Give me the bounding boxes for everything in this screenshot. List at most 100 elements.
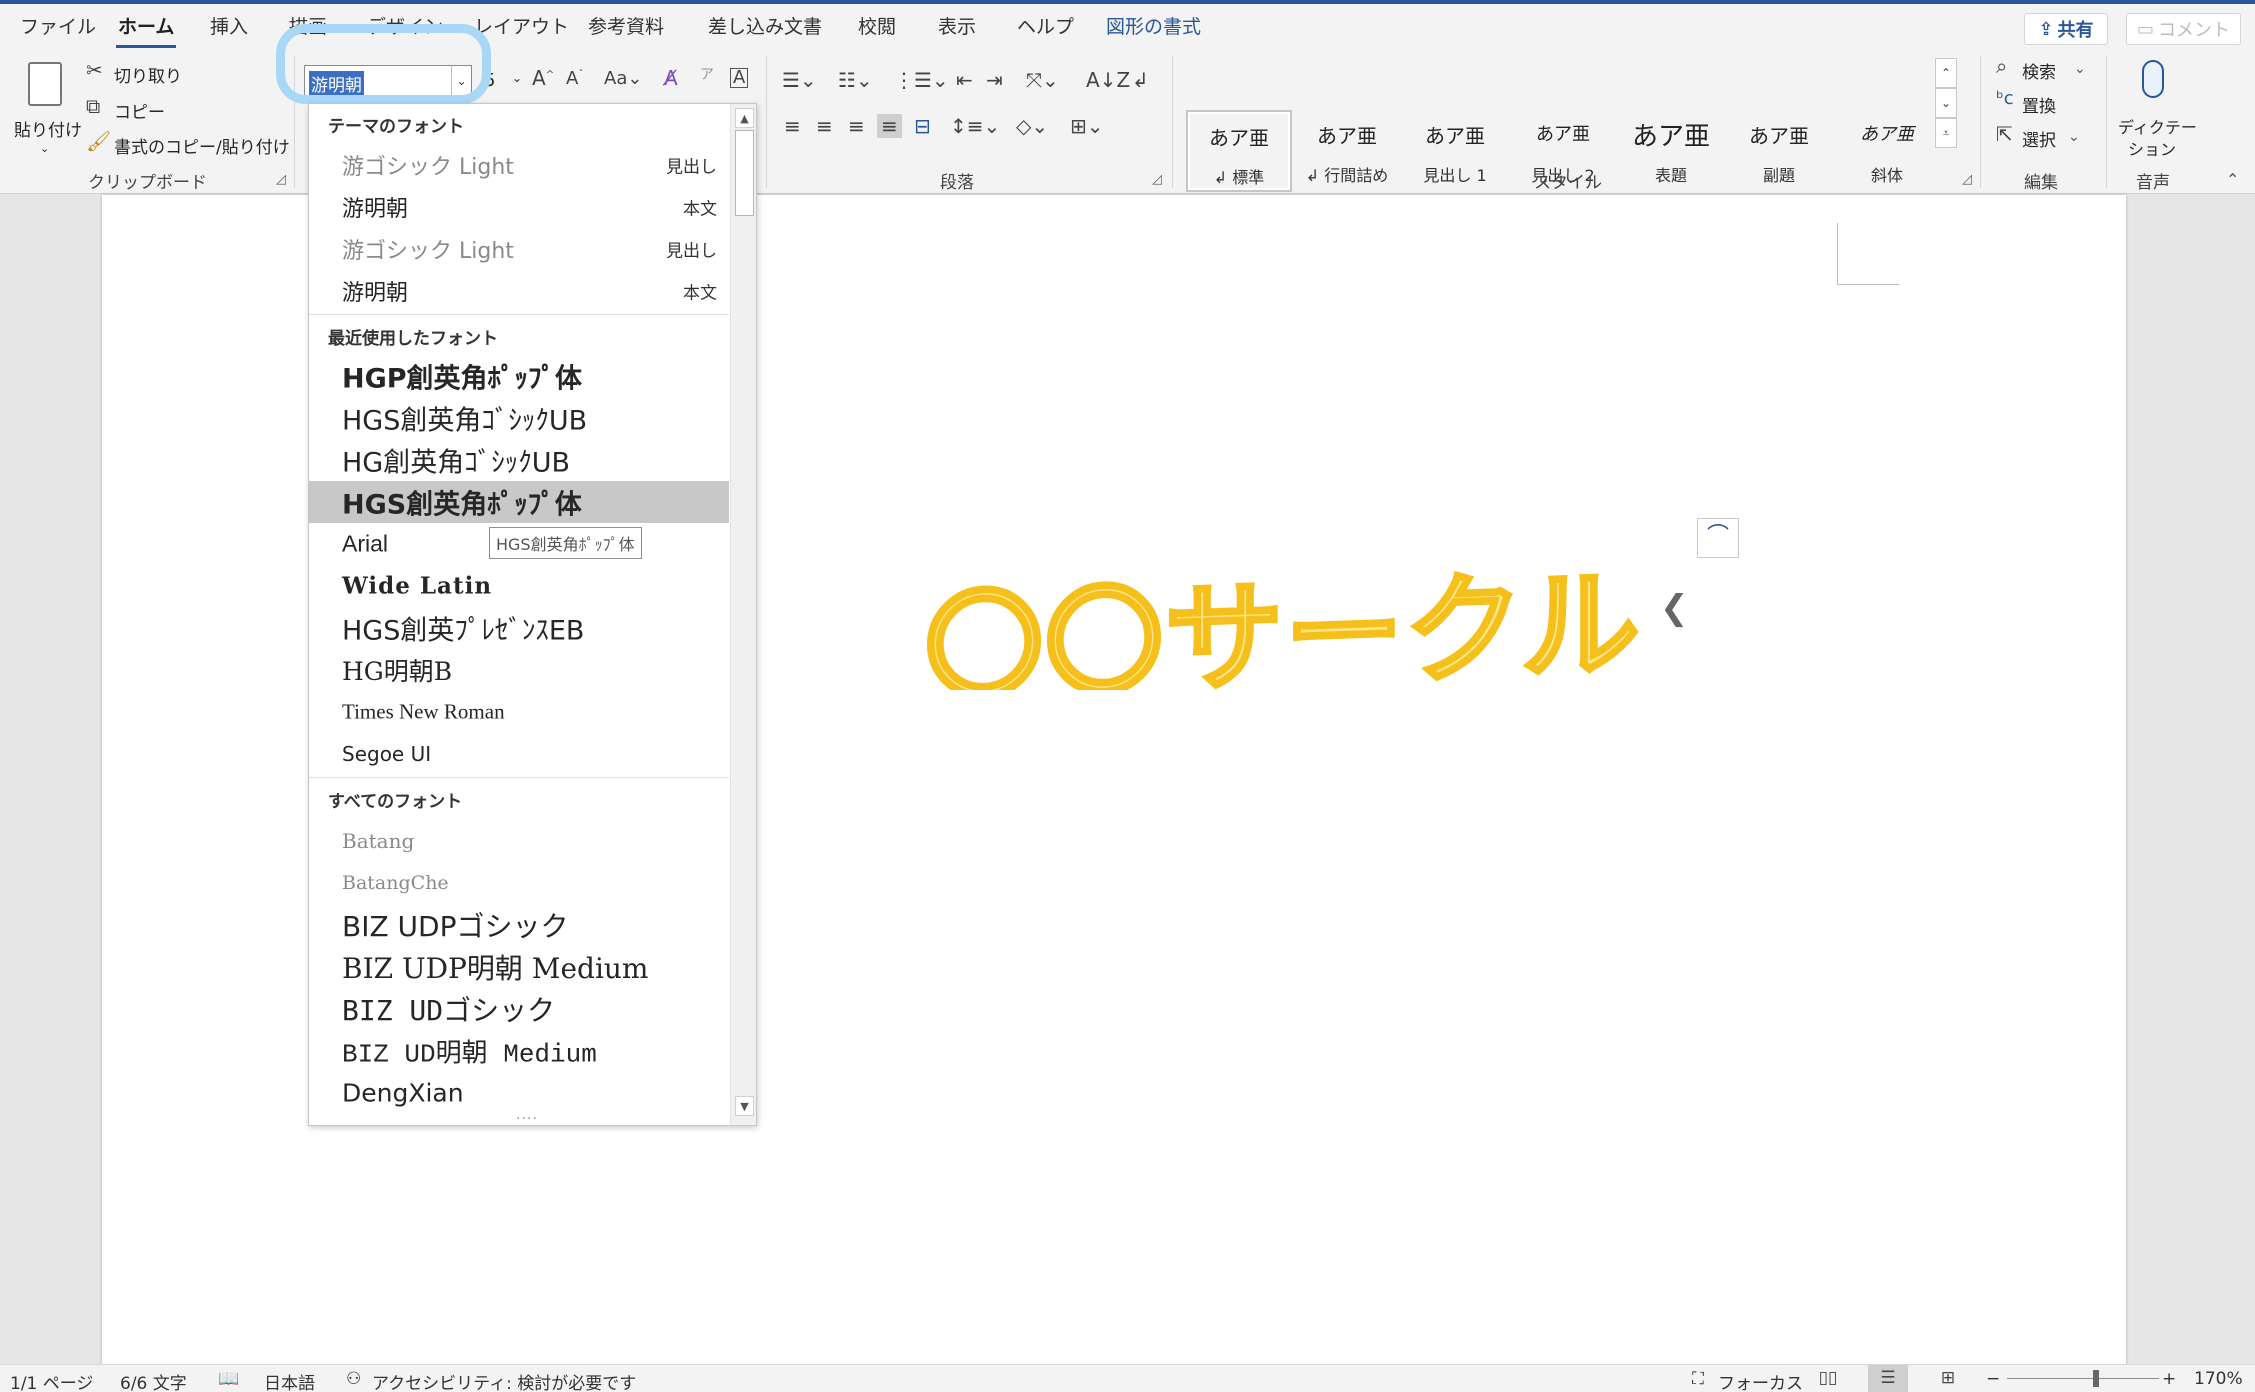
- style-emphasis[interactable]: あア亜 斜体: [1834, 110, 1940, 192]
- styles-launcher-icon[interactable]: ◿: [1962, 172, 1972, 187]
- zoom-out-button[interactable]: −: [1986, 1369, 2000, 1389]
- font-option[interactable]: HG創英角ｺﾞｼｯｸUB: [309, 439, 729, 481]
- font-option[interactable]: BIZ UDゴシック: [309, 988, 729, 1030]
- focus-icon[interactable]: ⛶: [1692, 1369, 1704, 1389]
- phonetic-guide-icon[interactable]: ア: [700, 68, 714, 82]
- scroll-down-button[interactable]: ▼: [735, 1096, 754, 1116]
- collapse-ribbon-icon[interactable]: ⌃: [2226, 172, 2239, 188]
- comment-button[interactable]: ▭ コメント: [2126, 13, 2241, 45]
- tab-file[interactable]: ファイル: [20, 12, 96, 39]
- font-option[interactable]: Batang: [309, 820, 729, 862]
- clear-formatting-icon[interactable]: A̸: [664, 68, 678, 88]
- align-left-icon[interactable]: ≡: [784, 116, 801, 136]
- paintbrush-icon: 🖌: [86, 129, 112, 153]
- bullets-icon[interactable]: ☰⌄: [782, 70, 817, 90]
- font-option-tag: 見出し: [666, 157, 717, 178]
- style-no-spacing[interactable]: あア亜 ↲ 行間詰め: [1294, 110, 1400, 192]
- zoom-slider[interactable]: [2007, 1378, 2159, 1379]
- style-subtitle[interactable]: あア亜 副題: [1726, 110, 1832, 192]
- scrollbar-thumb[interactable]: [735, 130, 754, 216]
- gallery-up-button[interactable]: ⌃: [1935, 58, 1957, 88]
- accessibility-icon[interactable]: ⚇: [346, 1369, 361, 1389]
- style-title[interactable]: あア亜 表題: [1618, 110, 1724, 192]
- font-option-name: BIZ UDゴシック: [342, 994, 556, 1027]
- style-heading-1[interactable]: あア亜 見出し 1: [1402, 110, 1508, 192]
- font-option[interactable]: 游明朝 本文: [309, 186, 729, 228]
- font-option[interactable]: Wide Latin: [309, 565, 729, 607]
- page-icon: ☰: [1880, 1368, 1896, 1388]
- font-option[interactable]: BIZ UDPゴシック: [309, 904, 729, 946]
- print-layout-button[interactable]: ☰: [1868, 1365, 1908, 1392]
- align-right-icon[interactable]: ≡: [848, 116, 865, 136]
- font-option[interactable]: HGS創英角ｺﾞｼｯｸUB: [309, 397, 729, 439]
- proofing-icon[interactable]: 📖: [218, 1369, 239, 1389]
- text-direction-icon[interactable]: ⤧⌄: [1026, 70, 1059, 90]
- change-case-icon[interactable]: Aa⌄: [604, 70, 642, 88]
- font-dropdown-list[interactable]: テーマのフォント 游ゴシック Light 見出し 游明朝 本文 游ゴシック Li…: [308, 103, 757, 1126]
- font-option[interactable]: 游明朝 本文: [309, 270, 729, 312]
- shrink-font-icon[interactable]: Aˇ: [566, 70, 583, 88]
- font-option[interactable]: HGS創英ﾌﾟﾚｾﾞﾝｽEB: [309, 607, 729, 649]
- numbering-icon[interactable]: ☷⌄: [838, 70, 873, 90]
- distributed-icon[interactable]: ⊟: [914, 116, 931, 136]
- justify-icon[interactable]: ≡: [877, 114, 902, 138]
- dropdown-scrollbar[interactable]: ▲ ▼: [730, 104, 756, 1125]
- layout-options-button[interactable]: ⌒: [1697, 518, 1739, 558]
- scroll-up-button[interactable]: ▲: [735, 108, 754, 128]
- page-count[interactable]: 1/1 ページ: [10, 1369, 93, 1392]
- tab-review[interactable]: 校閲: [858, 12, 896, 39]
- share-button[interactable]: ⇪ 共有: [2024, 13, 2108, 45]
- sort-icon[interactable]: A↓Z: [1086, 70, 1130, 90]
- language-indicator[interactable]: 日本語: [264, 1369, 315, 1392]
- clipboard-group-label: クリップボード: [88, 173, 207, 193]
- tab-references[interactable]: 参考資料: [588, 12, 664, 39]
- font-option[interactable]: 游ゴシック Light 見出し: [309, 228, 729, 270]
- font-option[interactable]: Segoe UI: [309, 733, 729, 775]
- multilevel-list-icon[interactable]: ⋮☰⌄: [894, 70, 949, 90]
- align-center-icon[interactable]: ≡: [816, 116, 833, 136]
- accessibility-status[interactable]: アクセシビリティ: 検討が必要です: [372, 1369, 636, 1392]
- zoom-level[interactable]: 170%: [2194, 1369, 2243, 1389]
- tab-shape-format[interactable]: 図形の書式: [1106, 12, 1201, 39]
- character-border-icon[interactable]: A: [730, 68, 749, 88]
- style-normal[interactable]: あア亜 ↲ 標準: [1186, 110, 1292, 192]
- wordart-textbox[interactable]: 〇〇サークル: [925, 530, 1682, 690]
- tab-layout[interactable]: レイアウト: [474, 12, 569, 39]
- font-option[interactable]: Times New Roman: [309, 691, 729, 733]
- divider: [766, 56, 767, 188]
- paste-button[interactable]: 貼り付け ⌄: [10, 56, 82, 156]
- paragraph-launcher-icon[interactable]: ◿: [1152, 172, 1162, 187]
- clipboard-launcher-icon[interactable]: ◿: [276, 172, 286, 187]
- font-option-highlighted[interactable]: HGS創英角ﾎﾟｯﾌﾟ体: [309, 481, 729, 523]
- tab-home[interactable]: ホーム: [115, 12, 177, 48]
- grow-font-icon[interactable]: A^: [532, 68, 554, 88]
- focus-button[interactable]: フォーカス: [1718, 1369, 1803, 1392]
- tab-mailings[interactable]: 差し込み文書: [708, 12, 822, 39]
- wordart-text[interactable]: 〇〇サークル: [925, 530, 1643, 690]
- word-count[interactable]: 6/6 文字: [120, 1369, 187, 1392]
- web-layout-button[interactable]: ⊞: [1928, 1365, 1968, 1392]
- resize-grip[interactable]: ....: [516, 1107, 538, 1123]
- zoom-slider-thumb[interactable]: [2093, 1370, 2099, 1387]
- line-spacing-icon[interactable]: ↕≡⌄: [950, 116, 1000, 136]
- show-marks-icon[interactable]: ↲: [1132, 70, 1149, 90]
- read-mode-button[interactable]: ▯▯: [1808, 1365, 1848, 1392]
- shading-icon[interactable]: ◇⌄: [1016, 116, 1048, 136]
- zoom-in-button[interactable]: +: [2162, 1369, 2176, 1389]
- increase-indent-icon[interactable]: ⇥: [986, 70, 1003, 90]
- dictate-button[interactable]: ディクテー ション: [2114, 56, 2197, 160]
- font-option[interactable]: HGP創英角ﾎﾟｯﾌﾟ体: [309, 355, 729, 397]
- font-option[interactable]: HG明朝B: [309, 649, 729, 691]
- tab-help[interactable]: ヘルプ: [1017, 12, 1074, 39]
- font-option[interactable]: BatangChe: [309, 862, 729, 904]
- decrease-indent-icon[interactable]: ⇤: [956, 70, 973, 90]
- font-option[interactable]: 游ゴシック Light 見出し: [309, 144, 729, 186]
- gallery-down-button[interactable]: ⌄: [1935, 88, 1957, 118]
- font-option[interactable]: BIZ UD明朝 Medium: [309, 1030, 729, 1072]
- gallery-more-button[interactable]: ⩡: [1935, 118, 1957, 148]
- tab-view[interactable]: 表示: [938, 12, 976, 39]
- borders-icon[interactable]: ⊞⌄: [1070, 116, 1104, 136]
- font-option[interactable]: BIZ UDP明朝 Medium: [309, 946, 729, 988]
- tab-insert[interactable]: 挿入: [210, 12, 248, 39]
- font-option-name: Segoe UI: [342, 742, 432, 766]
